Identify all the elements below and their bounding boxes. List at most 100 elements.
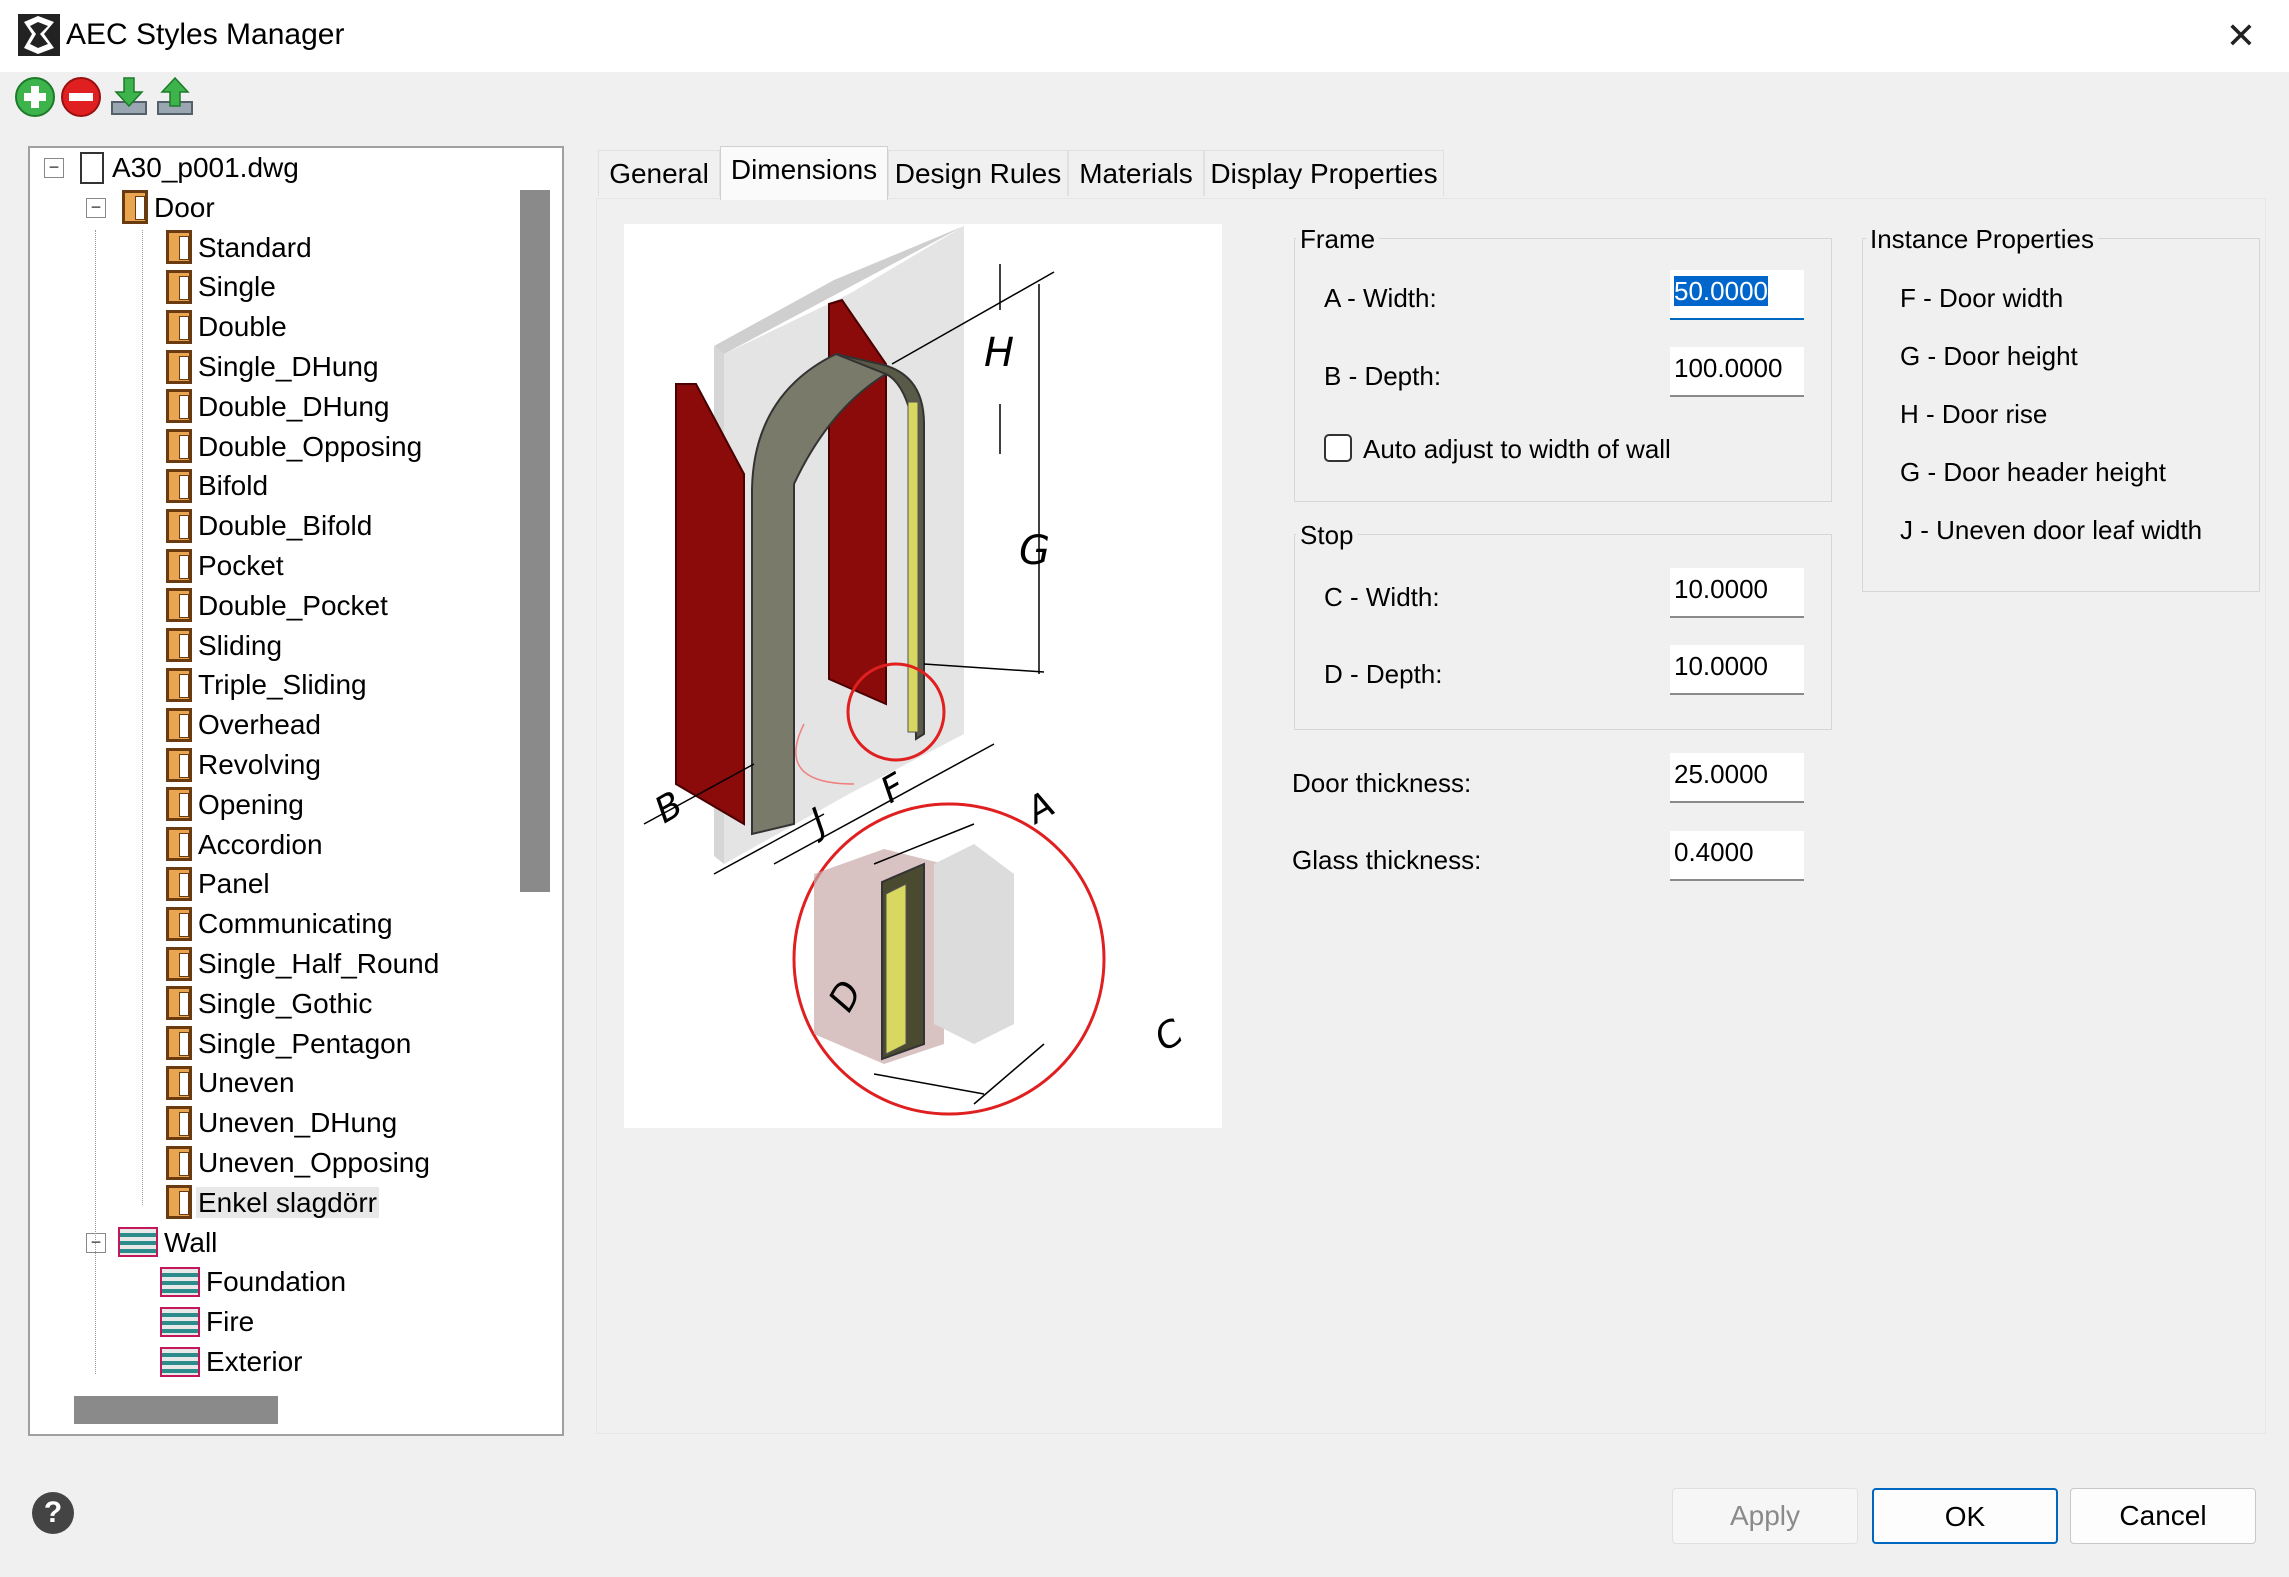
c-width-input[interactable]: 10.0000	[1670, 568, 1804, 618]
export-style-button[interactable]	[154, 76, 196, 118]
glass-thickness-input[interactable]: 0.4000	[1670, 831, 1804, 881]
tree-item-label: Double_Bifold	[198, 510, 373, 542]
tree-item-label: Uneven_Opposing	[198, 1147, 430, 1178]
tree-item-wall-style[interactable]: Exterior	[160, 1344, 304, 1380]
tree-item-label: Exterior	[206, 1346, 303, 1377]
tree-item-label: Double_Opposing	[198, 430, 423, 462]
import-style-button[interactable]	[108, 76, 150, 118]
d-depth-input[interactable]: 10.0000	[1670, 645, 1804, 695]
wall-category-icon	[118, 1227, 158, 1258]
import-icon	[111, 77, 147, 115]
door-style-icon	[166, 668, 192, 702]
add-style-button[interactable]	[14, 76, 56, 118]
door-style-icon	[166, 1105, 192, 1140]
door-style-icon	[166, 1066, 192, 1100]
auto-adjust-checkbox[interactable]	[1324, 434, 1352, 462]
close-button[interactable]: ✕	[2216, 14, 2266, 58]
tree-item-door-style[interactable]: Opening	[166, 787, 306, 823]
stop-group	[1294, 534, 1832, 730]
tree-item-label: Panel	[198, 868, 270, 900]
tree-vertical-scrollbar[interactable]	[520, 190, 550, 892]
collapse-wall-icon[interactable]: −	[86, 1232, 106, 1253]
tree-item-wall[interactable]: Wall	[118, 1225, 219, 1261]
remove-style-button[interactable]	[60, 76, 102, 118]
tree-item-door-style[interactable]: Single_Gothic	[166, 986, 374, 1022]
tree-item-door-style[interactable]: Sliding	[166, 628, 284, 664]
tree-item-wall-style[interactable]: Foundation	[160, 1264, 348, 1300]
file-icon	[80, 151, 104, 184]
tab-display-properties[interactable]: Display Properties	[1204, 150, 1444, 196]
tree-item-label: Foundation	[206, 1266, 347, 1298]
door-style-icon	[166, 588, 192, 623]
collapse-door-icon[interactable]: −	[86, 197, 106, 218]
tree-item-label: Accordion	[198, 828, 323, 860]
tree-item-door-style[interactable]: Bifold	[166, 468, 270, 504]
tree-item-door-style[interactable]: Revolving	[166, 747, 323, 783]
tree-item-label: Single_Pentagon	[198, 1027, 412, 1059]
tree-item-door-style[interactable]: Pocket	[166, 548, 286, 584]
tab-dimensions[interactable]: Dimensions	[720, 146, 888, 200]
tree-item-door-style[interactable]: Double_Opposing	[166, 429, 424, 465]
glass-thickness-label: Glass thickness:	[1292, 845, 1482, 875]
tree-item-door-style[interactable]: Double_DHung	[166, 389, 391, 425]
door-style-icon	[166, 548, 192, 583]
tree-item-door-style[interactable]: Uneven	[166, 1065, 297, 1101]
tree-item-label: Uneven	[198, 1067, 295, 1099]
tree-item-label: Double	[198, 311, 287, 343]
ok-button[interactable]: OK	[1872, 1488, 2058, 1544]
c-width-label: C - Width:	[1324, 582, 1440, 612]
door-style-icon	[166, 787, 192, 822]
figure-label-f: F	[874, 765, 914, 812]
tree-item-door-style[interactable]: Panel	[166, 866, 272, 902]
door-thickness-input[interactable]: 25.0000	[1670, 753, 1804, 803]
tree-item-door-style[interactable]: Standard	[166, 230, 314, 266]
door-style-icon	[166, 906, 192, 941]
a-width-input[interactable]: 50.0000	[1670, 270, 1804, 320]
tree-item-door-style[interactable]: Double_Bifold	[166, 508, 374, 544]
tree-item-door-style[interactable]: Overhead	[166, 707, 323, 743]
b-depth-label: B - Depth:	[1324, 361, 1442, 391]
tree-item-wall-style[interactable]: Fire	[160, 1304, 256, 1340]
figure-label-j: J	[799, 801, 834, 845]
tab-materials[interactable]: Materials	[1068, 150, 1204, 196]
tree-item-label: Standard	[198, 231, 312, 263]
tree-item-label: Opening	[198, 788, 304, 820]
collapse-root-icon[interactable]: −	[44, 158, 64, 178]
tree-item-door-style[interactable]: Single_Half_Round	[166, 946, 441, 982]
b-depth-input[interactable]: 100.0000	[1670, 347, 1804, 397]
tree-item-door-style[interactable]: Single	[166, 269, 278, 305]
tree-item-door-style[interactable]: Communicating	[166, 906, 395, 942]
tree-item-root[interactable]: A30_p001.dwg	[80, 150, 301, 186]
figure-label-h: H	[984, 330, 1014, 376]
tab-design-rules[interactable]: Design Rules	[888, 150, 1068, 196]
tree-item-label: Overhead	[198, 709, 321, 741]
tree-item-door-style[interactable]: Uneven_Opposing	[166, 1145, 432, 1181]
tree-item-door-style[interactable]: Enkel slagdörr	[166, 1185, 379, 1221]
door-style-icon	[166, 946, 192, 981]
apply-button[interactable]: Apply	[1672, 1488, 1858, 1544]
door-thickness-label: Door thickness:	[1292, 768, 1472, 798]
door-style-icon	[166, 230, 192, 265]
auto-adjust-label: Auto adjust to width of wall	[1363, 434, 1671, 464]
tree-item-door-style[interactable]: Single_DHung	[166, 349, 381, 385]
instance-item: F - Door width	[1900, 283, 2064, 313]
tree-item-door-style[interactable]: Double	[166, 309, 289, 345]
tree-horizontal-scrollbar[interactable]	[74, 1396, 278, 1424]
tree-item-door-style[interactable]: Accordion	[166, 827, 325, 863]
door-style-icon	[166, 628, 192, 663]
tree-item-door-style[interactable]: Triple_Sliding	[166, 667, 369, 703]
door-style-icon	[166, 1185, 192, 1220]
tree-item-label: A30_p001.dwg	[112, 152, 299, 183]
tree-item-door-style[interactable]: Double_Pocket	[166, 588, 390, 624]
help-icon[interactable]: ?	[32, 1492, 74, 1534]
tree-item-label: Single_DHung	[198, 351, 379, 382]
tree-item-door[interactable]: Door	[122, 190, 217, 226]
d-depth-label: D - Depth:	[1324, 659, 1443, 689]
cancel-button[interactable]: Cancel	[2070, 1488, 2256, 1544]
tree-connector	[95, 229, 96, 1374]
tree-item-door-style[interactable]: Uneven_DHung	[166, 1105, 399, 1141]
tab-general[interactable]: General	[598, 150, 720, 196]
tree-item-door-style[interactable]: Single_Pentagon	[166, 1026, 413, 1062]
window-title: AEC Styles Manager	[66, 18, 345, 51]
stop-group-title: Stop	[1296, 520, 1358, 551]
